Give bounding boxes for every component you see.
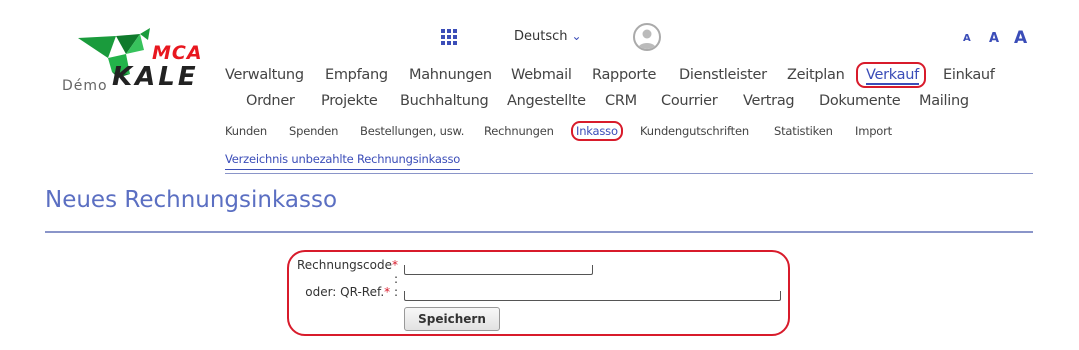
menu-item-mahnungen[interactable]: Mahnungen [409,67,492,83]
submenu-rechnungen[interactable]: Rechnungen [484,124,554,138]
menu-item-dokumente[interactable]: Dokumente [819,93,901,109]
font-size-small-button[interactable]: A [963,33,971,44]
menu-item-ordner[interactable]: Ordner [246,93,295,109]
font-size-large-button[interactable]: A [1014,28,1027,48]
menu-item-zeitplan[interactable]: Zeitplan [787,67,845,83]
title-divider [45,231,1033,233]
avatar[interactable] [633,23,661,51]
menu-item-projekte[interactable]: Projekte [321,93,378,109]
qr-ref-input[interactable] [404,291,781,301]
label-colon: : [393,272,398,286]
menu-item-einkauf[interactable]: Einkauf [943,67,995,83]
logo[interactable]: Démo MCA KALE [60,28,210,98]
logo-mca-text: MCA [152,42,203,64]
menu-item-rapporte[interactable]: Rapporte [592,67,656,83]
invoice-code-label-row: Rechnungscode* : [290,258,398,286]
inkasso-highlight [571,121,623,141]
submenu-verzeichnis-unbezahlte[interactable]: Verzeichnis unbezahlte Rechnungsinkasso [225,152,460,170]
language-label: Deutsch [514,29,568,44]
menu-item-empfang[interactable]: Empfang [325,67,388,83]
menu-item-crm[interactable]: CRM [605,93,637,109]
language-selector[interactable]: Deutsch ⌄ [514,29,582,44]
menu-item-courrier[interactable]: Courrier [661,93,718,109]
divider [225,173,1033,174]
font-size-medium-button[interactable]: A [989,31,999,46]
logo-demo-text: Démo [62,78,108,94]
submenu-statistiken[interactable]: Statistiken [774,124,833,138]
qr-ref-label: oder: QR-Ref. [305,285,385,299]
page-title: Neues Rechnungsinkasso [45,187,338,213]
menu-item-dienstleister[interactable]: Dienstleister [679,67,767,83]
submenu-kunden[interactable]: Kunden [225,124,267,138]
submenu-spenden[interactable]: Spenden [289,124,338,138]
logo-kale-text: KALE [112,62,199,92]
submenu-import[interactable]: Import [855,124,892,138]
submenu-bestellungen[interactable]: Bestellungen, usw. [360,124,464,138]
apps-grid-icon[interactable] [441,29,457,45]
menu-item-verwaltung[interactable]: Verwaltung [225,67,304,83]
invoice-code-label: Rechnungscode [296,258,392,272]
verkauf-highlight [856,62,926,88]
menu-item-angestellte[interactable]: Angestellte [507,93,586,109]
menu-item-mailing[interactable]: Mailing [919,93,969,109]
menu-item-buchhaltung[interactable]: Buchhaltung [400,93,489,109]
required-mark: * [392,258,398,272]
menu-item-webmail[interactable]: Webmail [511,67,572,83]
qr-ref-label-row: oder: QR-Ref.* : [290,285,398,299]
user-icon [638,29,656,49]
submenu-kundengutschriften[interactable]: Kundengutschriften [640,124,749,138]
menu-item-vertrag[interactable]: Vertrag [743,93,795,109]
invoice-code-input[interactable] [404,265,593,275]
chevron-down-icon: ⌄ [571,29,582,43]
save-button[interactable]: Speichern [404,307,500,331]
label-colon: : [390,285,398,299]
